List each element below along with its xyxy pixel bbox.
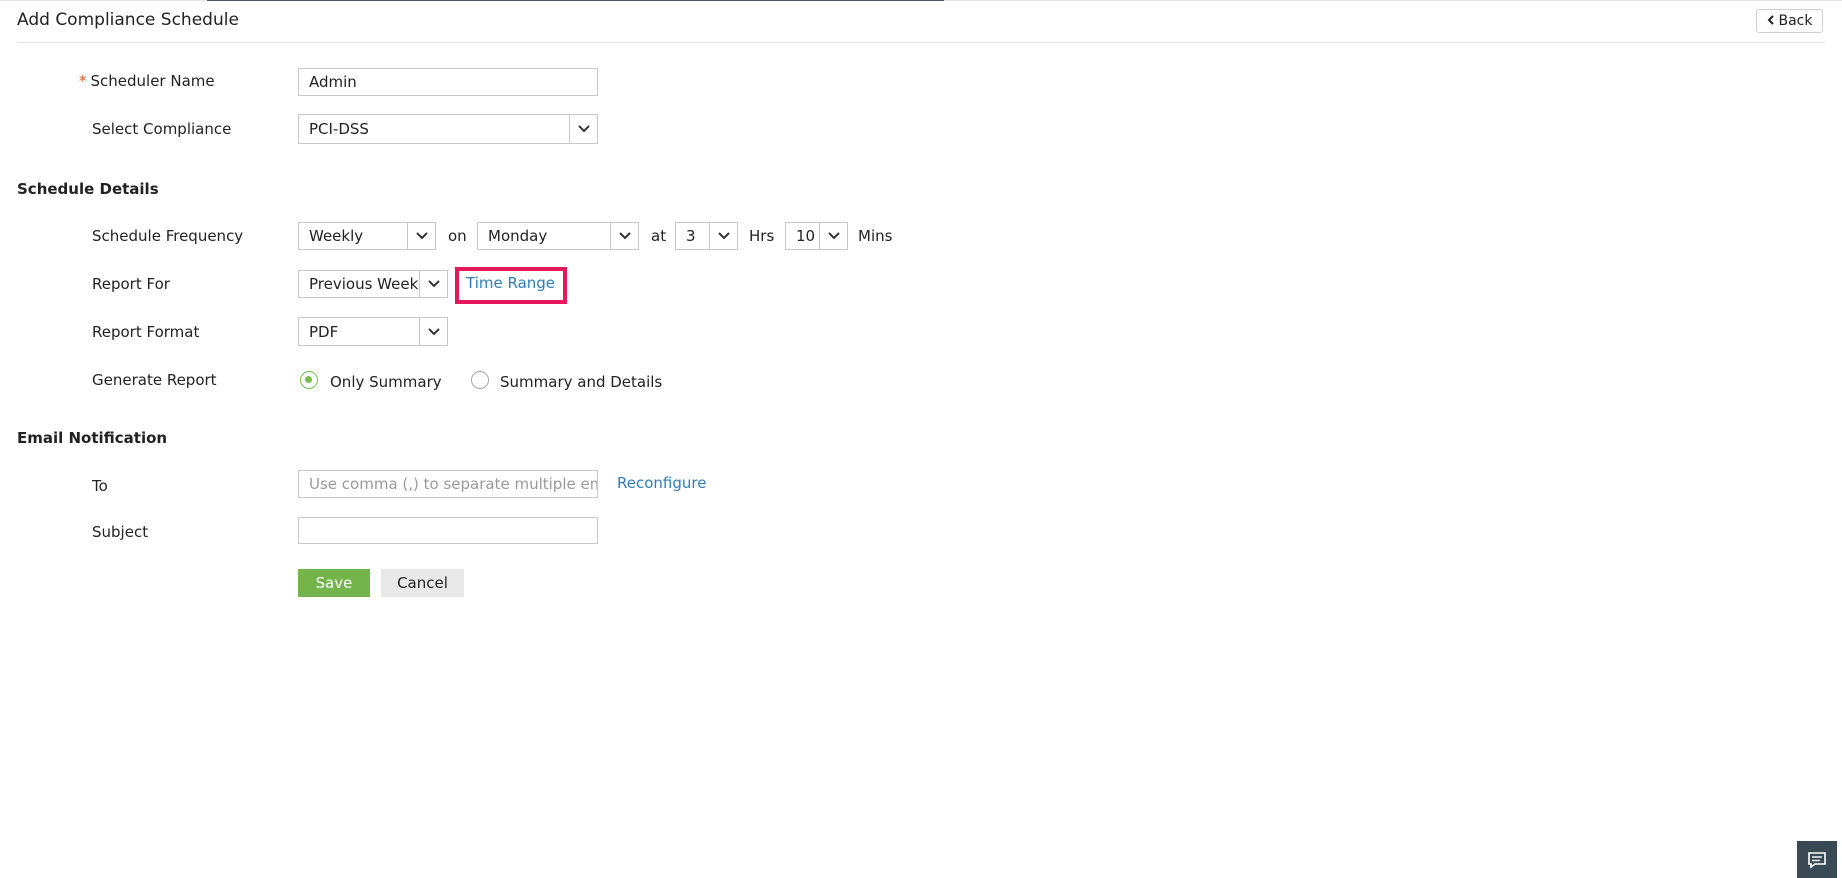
report-for-select[interactable]: Previous Week bbox=[298, 270, 448, 298]
chevron-down-icon bbox=[407, 223, 435, 249]
hrs-label: Hrs bbox=[749, 227, 775, 245]
subject-label: Subject bbox=[92, 523, 149, 541]
time-range-link[interactable]: Time Range bbox=[466, 274, 555, 292]
summary-and-details-radio[interactable] bbox=[471, 371, 489, 389]
scheduler-name-input[interactable]: Admin bbox=[298, 68, 598, 96]
only-summary-radio[interactable] bbox=[300, 371, 318, 389]
compliance-select[interactable]: PCI-DSS bbox=[298, 114, 598, 144]
select-compliance-label: Select Compliance bbox=[92, 120, 232, 138]
back-label: Back bbox=[1778, 13, 1813, 29]
scheduler-name-label: * Scheduler Name bbox=[79, 72, 215, 90]
minutes-select[interactable]: 10 bbox=[785, 222, 848, 250]
page-title: Add Compliance Schedule bbox=[17, 10, 239, 30]
to-email-input[interactable]: Use comma (,) to separate multiple ema bbox=[298, 470, 598, 498]
report-for-label: Report For bbox=[92, 275, 170, 293]
save-button[interactable]: Save bbox=[298, 569, 370, 597]
header-divider bbox=[17, 42, 1825, 43]
summary-and-details-label[interactable]: Summary and Details bbox=[500, 373, 662, 391]
required-mark: * bbox=[79, 72, 87, 90]
at-label: at bbox=[651, 227, 667, 245]
chevron-down-icon bbox=[569, 115, 597, 143]
frequency-select[interactable]: Weekly bbox=[298, 222, 436, 250]
mins-label: Mins bbox=[858, 227, 893, 245]
chevron-left-icon bbox=[1767, 14, 1775, 28]
chevron-down-icon bbox=[419, 318, 447, 345]
day-select[interactable]: Monday bbox=[477, 222, 639, 250]
only-summary-label[interactable]: Only Summary bbox=[330, 373, 442, 391]
subject-input[interactable] bbox=[298, 517, 598, 544]
back-button[interactable]: Back bbox=[1756, 9, 1823, 33]
chat-icon[interactable] bbox=[1797, 841, 1837, 878]
hours-select[interactable]: 3 bbox=[675, 222, 738, 250]
cancel-button[interactable]: Cancel bbox=[381, 569, 464, 597]
on-label: on bbox=[448, 227, 467, 245]
report-format-label: Report Format bbox=[92, 323, 200, 341]
chevron-down-icon bbox=[709, 223, 737, 249]
chevron-down-icon bbox=[819, 223, 847, 249]
reconfigure-link[interactable]: Reconfigure bbox=[617, 474, 706, 492]
top-tab-indicator bbox=[207, 0, 944, 1]
generate-report-label: Generate Report bbox=[92, 371, 217, 389]
report-format-select[interactable]: PDF bbox=[298, 317, 448, 346]
chevron-down-icon bbox=[610, 223, 638, 249]
email-notification-heading: Email Notification bbox=[17, 429, 168, 447]
schedule-frequency-label: Schedule Frequency bbox=[92, 227, 244, 245]
schedule-details-heading: Schedule Details bbox=[17, 180, 159, 198]
to-label: To bbox=[92, 477, 108, 495]
chevron-down-icon bbox=[419, 271, 447, 297]
